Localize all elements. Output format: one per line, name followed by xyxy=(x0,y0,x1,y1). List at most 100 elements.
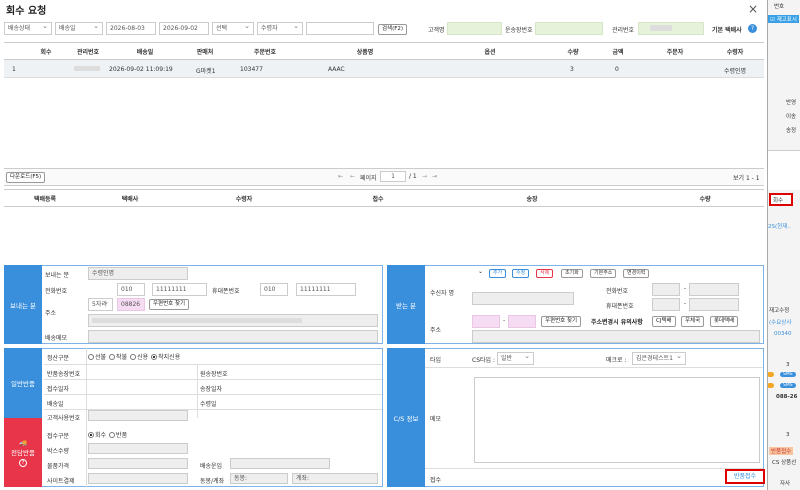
receiver-select[interactable]: 수령자 xyxy=(257,22,303,35)
macro-select[interactable]: 김은경테스트1 xyxy=(632,352,686,365)
chevron-down-icon[interactable]: ⌄ xyxy=(478,268,483,275)
radio-icon[interactable] xyxy=(109,432,116,438)
page-input[interactable]: 1 xyxy=(380,171,406,182)
default-address-button[interactable]: 기본주소 xyxy=(590,269,617,278)
accept-type-radio-group[interactable]: 회수 반품 xyxy=(88,430,130,439)
option-select[interactable]: 선택 xyxy=(212,22,254,35)
post-button[interactable]: 우체국 xyxy=(681,316,705,327)
bg-stock-toggle[interactable]: ☑ 재고표시 xyxy=(768,15,799,23)
col-mgmt-no: 관리번호 xyxy=(76,49,100,56)
receiver-name-label: 수신자 명 xyxy=(430,290,454,297)
box-qty-label: 박스수량 xyxy=(47,448,70,455)
general-return-label: 일반반품 xyxy=(11,380,35,388)
search-button[interactable]: 검색(F2) xyxy=(378,24,408,35)
address-caution-label[interactable]: 주소변경시 유의사항 xyxy=(591,317,643,326)
radio-icon[interactable] xyxy=(130,354,137,360)
delete-button[interactable]: 삭제 xyxy=(536,269,554,278)
download-button[interactable]: 다운로드(F5) xyxy=(6,172,46,183)
radio-icon[interactable] xyxy=(151,354,158,360)
col-courier-invoice: 송장 xyxy=(526,196,538,203)
sender-zip-button[interactable]: 우편번호 찾기 xyxy=(149,299,190,310)
sender-memo-input[interactable] xyxy=(88,330,378,343)
receiver-addr-label: 주소 xyxy=(430,327,442,334)
history-button[interactable]: 변경이력 xyxy=(623,269,650,278)
search-input[interactable] xyxy=(306,22,374,35)
bg-panel-box xyxy=(766,150,800,190)
status-select[interactable]: 배송상태 xyxy=(4,22,52,35)
bg-bottom-text: 자사 xyxy=(780,481,791,487)
bg-sms-1[interactable]: SMS xyxy=(780,372,796,377)
radio-icon[interactable] xyxy=(88,432,94,438)
settle-label: 정산구분 xyxy=(47,355,70,362)
receiver-name-input[interactable] xyxy=(472,292,574,305)
date-type-select[interactable]: 배송일 xyxy=(55,22,103,35)
col-courier-qty: 수량 xyxy=(699,196,711,203)
return-accept-button[interactable]: 반품접수 xyxy=(725,469,765,484)
site-settle-input[interactable] xyxy=(88,473,188,484)
sender-name-input[interactable]: 수령인명 xyxy=(88,267,188,280)
orig-tracking-label: 원송장번호 xyxy=(200,371,228,378)
cnt-return-label: 전담반품 xyxy=(11,448,35,457)
radio-icon[interactable] xyxy=(109,354,116,360)
receiver-mobile2[interactable] xyxy=(689,298,739,311)
tracking-input[interactable] xyxy=(535,22,603,35)
first-page-icon[interactable]: ⇤ xyxy=(338,173,343,180)
close-icon[interactable]: × xyxy=(748,2,758,16)
receiver-address-input[interactable] xyxy=(472,330,760,343)
accept-type-option-1[interactable]: 반품 xyxy=(109,432,127,439)
box-qty-input[interactable] xyxy=(88,443,188,454)
add-button[interactable]: 추가 xyxy=(489,269,507,278)
reset-button[interactable]: 초기화 xyxy=(561,269,583,278)
divider xyxy=(197,364,198,418)
sender-region-select[interactable]: 5자리 xyxy=(88,298,113,311)
item-price-label: 물품가격 xyxy=(47,463,70,470)
settle-option-3[interactable]: 착지신용 xyxy=(151,354,180,361)
receiver-phone2[interactable] xyxy=(689,283,739,296)
ship-fee-input[interactable] xyxy=(230,458,330,469)
general-return-header: 일반반품 xyxy=(4,348,42,418)
prev-page-icon[interactable]: ← xyxy=(350,173,355,180)
receiver-zip-button[interactable]: 우편번호 찾기 xyxy=(541,316,582,327)
accept-type-option-0[interactable]: 회수 xyxy=(88,432,106,439)
help-icon-cnt[interactable]: ? xyxy=(19,458,27,467)
row-amount: 0 xyxy=(615,66,619,73)
sender-phone-label: 전화번호 xyxy=(45,288,68,295)
edit-button[interactable]: 수정 xyxy=(512,269,530,278)
return-request-modal: 회수 요청 × 배송상태 배송일 2026-08-03 2026-09-02 선… xyxy=(0,0,768,490)
settle-radio-group[interactable]: 선불 착불 신용 착지신용 xyxy=(88,352,183,361)
date-from-input[interactable]: 2026-08-03 xyxy=(106,22,156,35)
receiver-zip2[interactable] xyxy=(508,315,536,328)
bg-sms-2[interactable]: SMS xyxy=(780,383,796,388)
sender-phone1[interactable]: 010 xyxy=(117,283,145,296)
receiver-phone1[interactable] xyxy=(652,283,680,296)
bg-item-3: 송정 xyxy=(786,128,797,134)
lotte-button[interactable]: 롯데택배 xyxy=(710,316,739,327)
date-to-input[interactable]: 2026-09-02 xyxy=(159,22,209,35)
customer-input[interactable] xyxy=(447,22,502,35)
sender-phone2[interactable]: 11111111 xyxy=(152,283,207,296)
sender-mobile2[interactable]: 11111111 xyxy=(296,283,356,296)
bg-recall-button[interactable]: 회수 xyxy=(769,193,793,206)
item-price-input[interactable] xyxy=(88,458,188,469)
cj-button[interactable]: CJ택배 xyxy=(652,316,676,327)
memo-textarea[interactable] xyxy=(474,377,760,463)
help-icon[interactable]: ? xyxy=(748,24,757,33)
customer-no-input[interactable] xyxy=(88,410,188,421)
sender-mobile1[interactable]: 010 xyxy=(260,283,288,296)
settle-option-1[interactable]: 착불 xyxy=(109,354,127,361)
table-row[interactable]: 1 2026-09-02 11:09:19 G마켓1 103477 AAAC 3… xyxy=(4,60,764,78)
settle-option-0[interactable]: 선불 xyxy=(88,354,106,361)
default-courier-label: 기본 택배사 xyxy=(712,27,742,34)
settle-option-2[interactable]: 신용 xyxy=(130,354,148,361)
combine-input[interactable]: 동봉: xyxy=(230,473,288,484)
bg-phone: 088-26 xyxy=(776,394,798,400)
next-page-icon[interactable]: → xyxy=(422,173,427,180)
sender-zip[interactable]: 08826 xyxy=(117,298,145,311)
radio-icon[interactable] xyxy=(88,354,94,360)
account-input[interactable]: 계좌: xyxy=(292,473,378,484)
cs-type-select[interactable]: 일반 xyxy=(497,352,534,365)
receiver-mobile1[interactable] xyxy=(652,298,680,311)
receiver-zip1[interactable] xyxy=(472,315,500,328)
last-page-icon[interactable]: ⇥ xyxy=(432,173,437,180)
receiver-phone-label: 전화번호 xyxy=(606,288,629,295)
